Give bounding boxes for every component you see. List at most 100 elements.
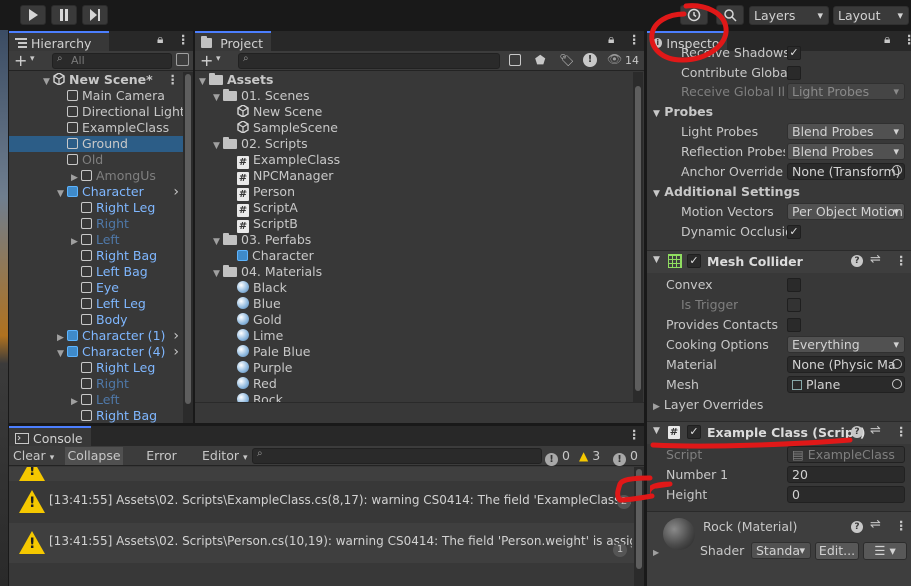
chevron-down-icon[interactable]: ▼ xyxy=(653,109,660,119)
visibility-icon[interactable]: 👁︎ xyxy=(607,52,622,66)
tree-row[interactable]: Main Camera xyxy=(9,88,183,104)
tree-row[interactable]: Right xyxy=(9,376,183,392)
edit-shader-button[interactable]: Edit... xyxy=(815,542,859,560)
chevron-down-icon[interactable]: ▼ xyxy=(653,255,660,265)
help-icon[interactable]: ? xyxy=(851,255,863,267)
tree-row[interactable]: Right Leg xyxy=(9,360,183,376)
tree-row[interactable]: ▶ Left xyxy=(9,392,183,408)
tree-row[interactable]: Directional Light xyxy=(9,104,185,120)
layers-dropdown[interactable]: Layers xyxy=(749,6,829,25)
more-menu-icon[interactable]: ⋮ xyxy=(177,32,190,47)
tree-row[interactable]: ExampleClass xyxy=(9,120,183,136)
cooking-options-dropdown[interactable]: Everything xyxy=(787,336,905,353)
reflection-probes-dropdown[interactable]: Blend Probes xyxy=(787,143,905,160)
object-picker-icon[interactable] xyxy=(892,165,902,175)
tree-row[interactable]: Left Leg xyxy=(9,296,183,312)
provides-contacts-checkbox[interactable] xyxy=(787,318,801,332)
convex-checkbox[interactable] xyxy=(787,278,801,292)
light-probes-dropdown[interactable]: Blend Probes xyxy=(787,123,905,140)
chevron-down-icon[interactable]: ▼ xyxy=(653,189,660,199)
tree-row[interactable]: ▼ Character › xyxy=(9,184,183,200)
presets-icon[interactable]: ⇌ xyxy=(870,252,881,267)
object-picker-icon[interactable] xyxy=(892,359,902,369)
is-trigger-checkbox[interactable] xyxy=(787,298,801,312)
project-scroll-thumb[interactable] xyxy=(635,86,641,391)
step-button[interactable] xyxy=(82,5,108,25)
layer-overrides-row[interactable]: ▶ Layer Overrides xyxy=(653,396,763,414)
add-icon[interactable]: + xyxy=(14,51,27,70)
prefab-open-chevron-icon[interactable]: › xyxy=(173,184,179,200)
tree-row[interactable]: Pale Blue xyxy=(195,344,633,360)
tree-row[interactable]: ▶ Character (1) › xyxy=(9,328,183,344)
presets-icon[interactable]: ⇌ xyxy=(870,423,881,438)
search-by-label-icon[interactable]: ⬟ xyxy=(535,53,545,67)
tree-row[interactable]: # Person xyxy=(195,184,633,201)
add-icon[interactable]: + xyxy=(200,51,213,70)
tree-row[interactable]: Character xyxy=(195,248,633,264)
tree-row[interactable]: ▶ Left xyxy=(9,232,183,248)
tree-row[interactable]: SampleScene xyxy=(195,120,633,136)
prefab-open-chevron-icon[interactable]: › xyxy=(173,344,179,360)
warning-filter-toggle[interactable]: ▲ 3 xyxy=(579,447,609,465)
mesh-field[interactable]: Plane xyxy=(787,376,905,393)
tree-row[interactable]: ▼ Assets xyxy=(195,72,633,88)
tree-row[interactable]: ▼ 04. Materials xyxy=(195,264,633,280)
filter-icon[interactable] xyxy=(176,53,189,66)
object-picker-icon[interactable] xyxy=(892,379,902,389)
hierarchy-scrollbar[interactable] xyxy=(183,72,193,423)
shader-options-button[interactable]: ☰ ▾ xyxy=(863,542,907,560)
material-field[interactable]: None (Physic Ma xyxy=(787,356,905,373)
more-menu-icon[interactable]: ⋮ xyxy=(895,253,908,268)
receive-gi-dropdown[interactable]: Light Probes xyxy=(787,83,905,100)
tree-row[interactable]: Blue xyxy=(195,296,633,312)
motion-vectors-dropdown[interactable]: Per Object Motion xyxy=(787,203,905,220)
console-message[interactable]: ! [13:41:55] Assets\02. Scripts\Person.c… xyxy=(9,523,634,563)
tree-row[interactable]: Ground xyxy=(9,136,183,152)
pause-button[interactable] xyxy=(51,5,77,25)
tree-row[interactable]: Left Bag xyxy=(9,264,183,280)
tree-row[interactable]: Right xyxy=(9,216,183,232)
chevron-down-icon[interactable]: ▼ xyxy=(653,426,660,436)
tree-row[interactable]: Gold xyxy=(195,312,633,328)
hierarchy-search-input[interactable]: All xyxy=(52,53,172,69)
warning-filter-icon[interactable]: ! xyxy=(583,53,597,67)
lock-icon[interactable]: 🔒︎ xyxy=(157,32,163,47)
shader-dropdown[interactable]: Standa xyxy=(751,542,811,559)
more-menu-icon[interactable]: ⋮ xyxy=(895,518,908,533)
editor-button[interactable]: Editor ▾ xyxy=(200,447,248,465)
dynamic-occlusion-checkbox[interactable]: ✓ xyxy=(787,225,801,239)
tree-row[interactable]: Right Bag xyxy=(9,408,183,423)
error-pause-button[interactable]: Error Pause xyxy=(126,447,197,481)
presets-icon[interactable]: ⇌ xyxy=(870,517,881,532)
receive-shadows-checkbox[interactable]: ✓ xyxy=(787,46,801,60)
tree-row[interactable]: Purple xyxy=(195,360,633,376)
tree-row[interactable]: Old xyxy=(9,152,183,168)
tree-row[interactable]: Eye xyxy=(9,280,183,296)
layout-dropdown[interactable]: Layout xyxy=(833,6,909,25)
tree-row[interactable]: ▼ 02. Scripts xyxy=(195,136,633,152)
tree-row[interactable]: Right Bag xyxy=(9,248,183,264)
tag-icon[interactable]: 🏷︎ xyxy=(559,53,574,67)
more-menu-icon[interactable]: ⋮ xyxy=(167,72,180,88)
play-button[interactable] xyxy=(20,5,46,25)
anchor-override-field[interactable]: None (Transform) xyxy=(787,163,905,180)
tree-row[interactable]: # ScriptB xyxy=(195,216,633,233)
tree-row[interactable]: # NPCManager xyxy=(195,168,633,185)
tree-row[interactable]: Black xyxy=(195,280,633,296)
tree-row[interactable]: Right Leg xyxy=(9,200,183,216)
prefab-open-chevron-icon[interactable]: › xyxy=(173,328,179,344)
more-menu-icon[interactable]: ⋮ xyxy=(903,32,911,47)
project-search-input[interactable] xyxy=(238,53,500,69)
tab-project[interactable]: Project xyxy=(195,31,271,51)
console-message-partial[interactable]: ! xyxy=(9,467,634,481)
tab-hierarchy[interactable]: Hierarchy xyxy=(9,31,109,51)
tree-row[interactable]: ▼ Character (4) › xyxy=(9,344,183,360)
clear-button[interactable]: Clear ▾ xyxy=(11,447,63,465)
search-by-type-icon[interactable] xyxy=(509,54,521,66)
more-menu-icon[interactable]: ⋮ xyxy=(628,427,641,442)
tab-console[interactable]: Console xyxy=(9,426,91,446)
chevron-right-icon[interactable]: ▶ xyxy=(653,548,659,557)
add-dropdown-icon[interactable]: ▾ xyxy=(30,54,35,64)
mesh-collider-enabled-checkbox[interactable]: ✓ xyxy=(687,254,701,268)
tree-row[interactable]: Body xyxy=(9,312,183,328)
